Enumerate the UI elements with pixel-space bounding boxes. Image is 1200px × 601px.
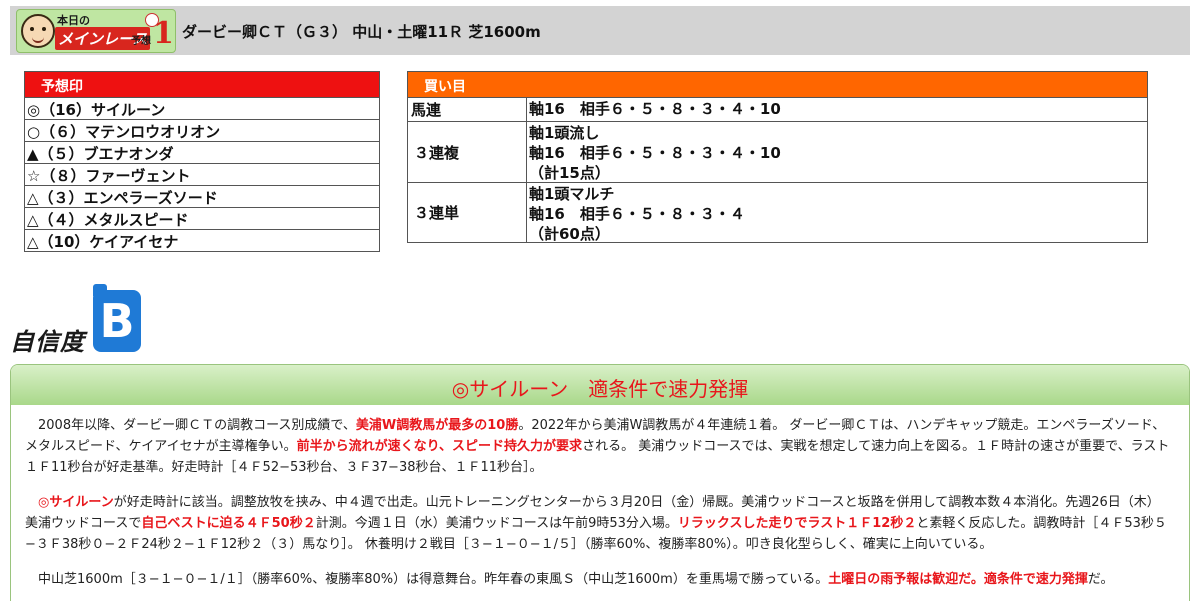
text-run: 中山芝1600m［３−１−０−１/１］（勝率60%、複勝率80%）は得意舞台。昨… <box>25 572 829 587</box>
analysis-paragraph: ◎サイルーンが好走時計に該当。調整放牧を挟み、中４週で出走。山元トレーニングセン… <box>25 492 1171 555</box>
bet-line: 軸16 相手６・５・８・３・４・10 <box>529 100 781 118</box>
bets-row: ３連複 軸1頭流し 軸16 相手６・５・８・３・４・10 （計15点） <box>408 121 1147 182</box>
face-icon <box>21 14 55 48</box>
text-run: だ。 <box>1087 572 1114 587</box>
race-title: ダービー卿ＣＴ（Ｇ３） 中山・土曜11Ｒ 芝1600m <box>182 23 541 41</box>
highlight-text: 土曜日の雨予報は歓迎だ。適条件で速力発揮 <box>828 572 1088 587</box>
highlight-text: 美浦W調教馬が最多の10勝 <box>355 418 519 433</box>
logo-yoso-text: 予想 <box>131 36 151 47</box>
marks-row: ○（６）マテンロウオリオン <box>25 119 379 141</box>
bets-table: 買い目 馬連 軸16 相手６・５・８・３・４・10 ３連複 軸1頭流し 軸16 … <box>407 71 1148 243</box>
text-run: 2008年以降、ダービー卿ＣＴの調教コース別成績で、 <box>25 418 356 433</box>
highlight-text: 自己ベストに迫る４Ｆ50秒２ <box>141 516 316 531</box>
marks-row: △（10）ケイアイセナ <box>25 229 379 251</box>
text-run <box>25 495 38 510</box>
header-bar: 本日の メインレース 予想 1 ダービー卿ＣＴ（Ｇ３） 中山・土曜11Ｒ 芝16… <box>10 6 1190 55</box>
bet-detail: 軸16 相手６・５・８・３・４・10 <box>527 98 1147 121</box>
marks-row: ◎（16）サイルーン <box>25 97 379 119</box>
bet-line: 軸1頭流し <box>529 124 600 142</box>
confidence-label: 自信度 <box>10 328 85 356</box>
bet-line: 軸1頭マルチ <box>529 185 615 203</box>
prediction-marks-table: 予想印 ◎（16）サイルーン ○（６）マテンロウオリオン ▲（５）ブエナオンダ … <box>24 71 380 252</box>
highlight-text: 前半から流れが速くなり、スピード持久力が要求 <box>296 439 583 454</box>
bet-type: 馬連 <box>408 98 527 121</box>
analysis-panel: ◎サイルーン 適条件で速力発揮 2008年以降、ダービー卿ＣＴの調教コース別成績… <box>10 364 1190 601</box>
text-run: 計測。今週１日（水）美浦ウッドコースは午前9時53分入場。 <box>315 516 678 531</box>
marks-row: △（３）エンペラーズソード <box>25 185 379 207</box>
analysis-body: 2008年以降、ダービー卿ＣＴの調教コース別成績で、美浦W調教馬が最多の10勝。… <box>11 405 1189 590</box>
bet-type: ３連複 <box>408 122 527 182</box>
analysis-heading: ◎サイルーン 適条件で速力発揮 <box>11 365 1189 405</box>
bet-line: （計60点） <box>529 225 610 243</box>
marks-row: ☆（８）ファーヴェント <box>25 163 379 185</box>
confidence-grade: B <box>99 294 135 348</box>
bets-row: ３連単 軸1頭マルチ 軸16 相手６・５・８・３・４ （計60点） <box>408 182 1147 243</box>
bet-detail: 軸1頭マルチ 軸16 相手６・５・８・３・４ （計60点） <box>527 183 1147 243</box>
marks-row: ▲（５）ブエナオンダ <box>25 141 379 163</box>
highlight-text: リラックスした走りでラスト１Ｆ12秒２ <box>677 516 917 531</box>
analysis-paragraph: 中山芝1600m［３−１−０−１/１］（勝率60%、複勝率80%）は得意舞台。昨… <box>25 569 1171 590</box>
logo-number: 1 <box>153 16 174 51</box>
confidence-badge: B <box>93 284 141 352</box>
analysis-paragraph: 2008年以降、ダービー卿ＣＴの調教コース別成績で、美浦W調教馬が最多の10勝。… <box>25 415 1171 478</box>
marks-row: △（４）メタルスピード <box>25 207 379 229</box>
bet-line: 軸16 相手６・５・８・３・４ <box>529 205 745 223</box>
marks-heading: 予想印 <box>25 72 379 97</box>
bets-row: 馬連 軸16 相手６・５・８・３・４・10 <box>408 97 1147 121</box>
bet-line: 軸16 相手６・５・８・３・４・10 <box>529 144 781 162</box>
highlight-text: ◎サイルーン <box>38 495 114 510</box>
bet-detail: 軸1頭流し 軸16 相手６・５・８・３・４・10 （計15点） <box>527 122 1147 182</box>
logo-small-text: 本日の <box>57 14 90 27</box>
bets-heading: 買い目 <box>408 72 1147 97</box>
main-race-logo: 本日の メインレース 予想 1 <box>16 9 176 53</box>
bet-line: （計15点） <box>529 164 610 182</box>
bet-type: ３連単 <box>408 183 527 242</box>
